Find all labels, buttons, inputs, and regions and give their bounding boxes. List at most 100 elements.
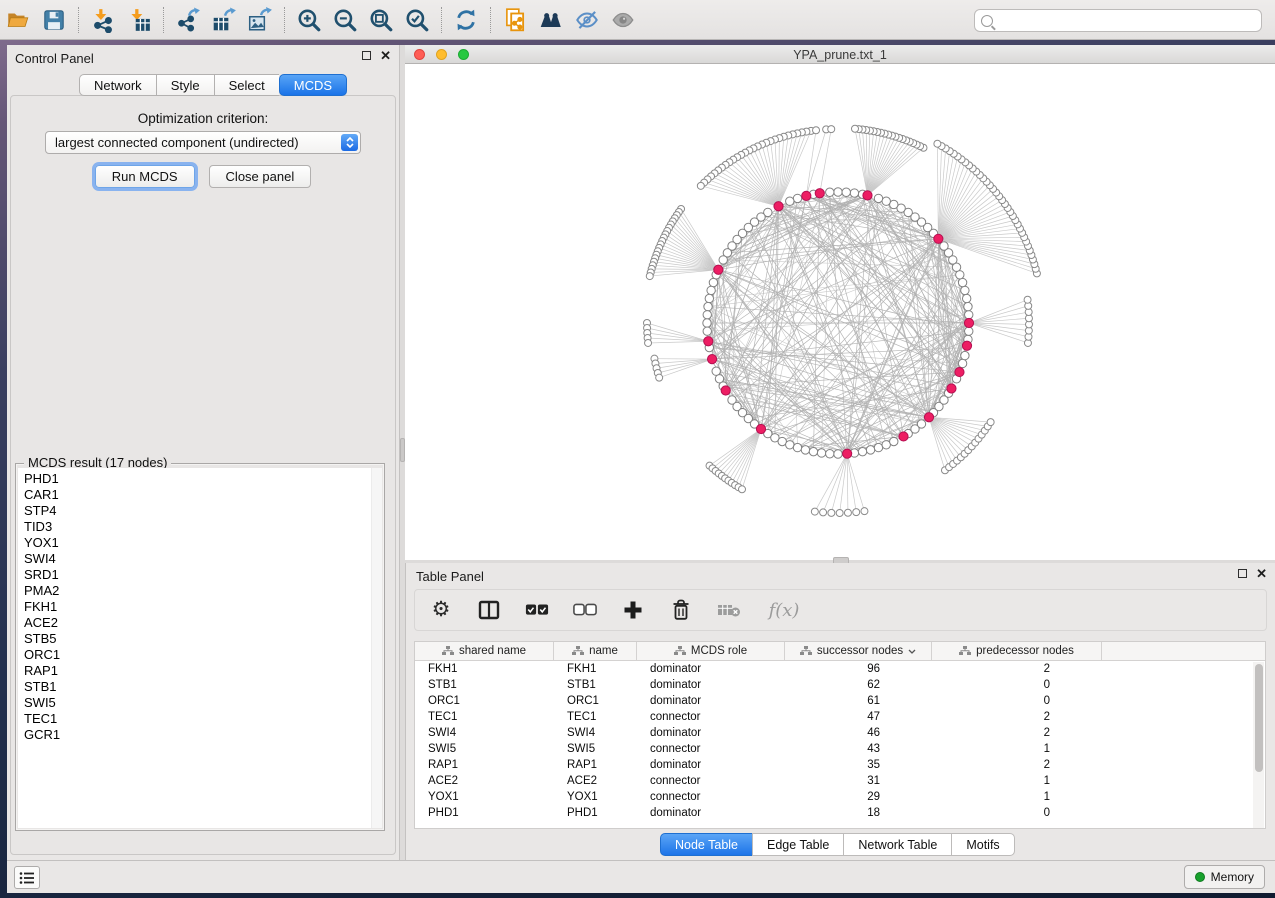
mcds-result-item[interactable]: SWI5 xyxy=(24,695,382,711)
cell-MCDS-role[interactable]: dominator xyxy=(637,807,785,819)
mcds-list-scrollbar[interactable] xyxy=(371,468,382,828)
zoom-fit-icon[interactable] xyxy=(363,3,399,37)
cell-successor-nodes[interactable]: 35 xyxy=(785,759,932,771)
cell-successor-nodes[interactable]: 62 xyxy=(785,679,932,691)
zoom-out-icon[interactable] xyxy=(327,3,363,37)
cell-predecessor-nodes[interactable]: 2 xyxy=(932,727,1102,739)
cell-successor-nodes[interactable]: 43 xyxy=(785,743,932,755)
cell-MCDS-role[interactable]: dominator xyxy=(637,759,785,771)
tab-motifs[interactable]: Motifs xyxy=(951,833,1014,856)
table-row[interactable]: SWI4SWI4dominator462 xyxy=(415,725,1265,741)
tab-style[interactable]: Style xyxy=(156,74,214,96)
cell-successor-nodes[interactable]: 31 xyxy=(785,775,932,787)
cell-MCDS-role[interactable]: dominator xyxy=(637,679,785,691)
cell-name[interactable]: YOX1 xyxy=(554,791,637,803)
mcds-result-item[interactable]: YOX1 xyxy=(24,535,382,551)
mcds-result-item[interactable]: CAR1 xyxy=(24,487,382,503)
cell-predecessor-nodes[interactable]: 1 xyxy=(932,743,1102,755)
optimization-criterion-select[interactable]: largest connected component (undirected) xyxy=(45,131,361,154)
cell-name[interactable]: PHD1 xyxy=(554,807,637,819)
table-row[interactable]: PHD1PHD1dominator180 xyxy=(415,805,1265,821)
cell-shared-name[interactable]: RAP1 xyxy=(415,759,554,771)
mcds-result-item[interactable]: PMA2 xyxy=(24,583,382,599)
mcds-result-item[interactable]: PHD1 xyxy=(24,471,382,487)
cell-predecessor-nodes[interactable]: 1 xyxy=(932,791,1102,803)
import-table-icon[interactable] xyxy=(121,3,157,37)
mcds-result-item[interactable]: STB1 xyxy=(24,679,382,695)
cell-MCDS-role[interactable]: connector xyxy=(637,791,785,803)
show-columns-icon[interactable] xyxy=(477,598,501,622)
new-network-from-selection-icon[interactable] xyxy=(497,3,533,37)
table-settings-icon[interactable]: ⚙ xyxy=(429,598,453,622)
delete-column-icon[interactable] xyxy=(669,598,693,622)
close-panel-icon[interactable]: ✕ xyxy=(1256,568,1267,579)
memory-button[interactable]: Memory xyxy=(1184,865,1265,889)
network-titlebar[interactable]: YPA_prune.txt_1 xyxy=(405,45,1275,64)
tab-node-table[interactable]: Node Table xyxy=(660,833,752,856)
table-row[interactable]: YOX1YOX1connector291 xyxy=(415,789,1265,805)
mcds-result-list[interactable]: PHD1CAR1STP4TID3YOX1SWI4SRD1PMA2FKH1ACE2… xyxy=(18,468,382,828)
cell-name[interactable]: RAP1 xyxy=(554,759,637,771)
cell-predecessor-nodes[interactable]: 0 xyxy=(932,695,1102,707)
mcds-result-item[interactable]: GCR1 xyxy=(24,727,382,743)
select-all-icon[interactable] xyxy=(525,598,549,622)
cell-predecessor-nodes[interactable]: 1 xyxy=(932,775,1102,787)
cell-MCDS-role[interactable]: dominator xyxy=(637,663,785,675)
cell-shared-name[interactable]: ORC1 xyxy=(415,695,554,707)
cell-successor-nodes[interactable]: 47 xyxy=(785,711,932,723)
cell-shared-name[interactable]: SWI4 xyxy=(415,727,554,739)
mcds-result-item[interactable]: TID3 xyxy=(24,519,382,535)
cell-successor-nodes[interactable]: 61 xyxy=(785,695,932,707)
close-panel-button[interactable]: Close panel xyxy=(209,165,312,188)
save-session-icon[interactable] xyxy=(36,3,72,37)
add-column-icon[interactable] xyxy=(621,598,645,622)
column-header-successor-nodes[interactable]: successor nodes xyxy=(785,642,932,660)
cell-MCDS-role[interactable]: connector xyxy=(637,711,785,723)
cell-MCDS-role[interactable]: dominator xyxy=(637,695,785,707)
cell-name[interactable]: SWI4 xyxy=(554,727,637,739)
cell-MCDS-role[interactable]: connector xyxy=(637,775,785,787)
cell-predecessor-nodes[interactable]: 2 xyxy=(932,663,1102,675)
export-table-icon[interactable] xyxy=(206,3,242,37)
cell-predecessor-nodes[interactable]: 0 xyxy=(932,679,1102,691)
close-panel-icon[interactable]: ✕ xyxy=(380,50,391,61)
open-file-icon[interactable] xyxy=(0,3,36,37)
cell-name[interactable]: ORC1 xyxy=(554,695,637,707)
cell-successor-nodes[interactable]: 46 xyxy=(785,727,932,739)
network-view-canvas[interactable] xyxy=(405,64,1275,560)
cell-shared-name[interactable]: STB1 xyxy=(415,679,554,691)
tab-network-table[interactable]: Network Table xyxy=(843,833,951,856)
cell-shared-name[interactable]: ACE2 xyxy=(415,775,554,787)
cell-shared-name[interactable]: YOX1 xyxy=(415,791,554,803)
tab-network[interactable]: Network xyxy=(79,74,156,96)
node-table[interactable]: shared namenameMCDS rolesuccessor nodesp… xyxy=(414,641,1266,829)
mcds-result-item[interactable]: ACE2 xyxy=(24,615,382,631)
run-mcds-button[interactable]: Run MCDS xyxy=(95,165,195,188)
table-row[interactable]: FKH1FKH1dominator962 xyxy=(415,661,1265,677)
hide-selected-icon[interactable] xyxy=(569,3,605,37)
mcds-result-item[interactable]: STB5 xyxy=(24,631,382,647)
column-header-MCDS-role[interactable]: MCDS role xyxy=(637,642,785,660)
cell-shared-name[interactable]: FKH1 xyxy=(415,663,554,675)
show-all-icon[interactable] xyxy=(605,3,641,37)
cell-name[interactable]: ACE2 xyxy=(554,775,637,787)
mcds-result-item[interactable]: SWI4 xyxy=(24,551,382,567)
mcds-result-item[interactable]: STP4 xyxy=(24,503,382,519)
cell-name[interactable]: TEC1 xyxy=(554,711,637,723)
deselect-all-icon[interactable] xyxy=(573,598,597,622)
float-panel-icon[interactable] xyxy=(1238,569,1247,578)
mcds-result-item[interactable]: ORC1 xyxy=(24,647,382,663)
table-scrollbar[interactable] xyxy=(1253,662,1264,828)
cell-successor-nodes[interactable]: 29 xyxy=(785,791,932,803)
cell-predecessor-nodes[interactable]: 2 xyxy=(932,711,1102,723)
table-row[interactable]: ACE2ACE2connector311 xyxy=(415,773,1265,789)
column-header-name[interactable]: name xyxy=(554,642,637,660)
cell-successor-nodes[interactable]: 18 xyxy=(785,807,932,819)
mcds-result-item[interactable]: TEC1 xyxy=(24,711,382,727)
mcds-result-item[interactable]: RAP1 xyxy=(24,663,382,679)
tab-edge-table[interactable]: Edge Table xyxy=(752,833,843,856)
float-panel-icon[interactable] xyxy=(362,51,371,60)
cell-predecessor-nodes[interactable]: 2 xyxy=(932,759,1102,771)
mcds-result-item[interactable]: SRD1 xyxy=(24,567,382,583)
table-row[interactable]: STB1STB1dominator620 xyxy=(415,677,1265,693)
